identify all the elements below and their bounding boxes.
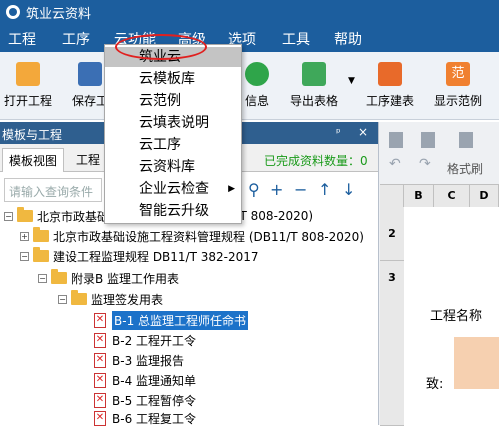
menu-item-cloud-example[interactable]: 云范例 [105,91,241,111]
folder-icon [33,227,49,242]
tree-node[interactable]: + 北京市政基础设施工程资料管理规程 (DB11/T 808-2020) [20,226,364,246]
save-project-button[interactable]: 保存工 [72,62,108,109]
folder-open-icon [16,62,40,86]
toolbar: 打开工程 保存工 信息 导出表格 ▼ 工序建表 范 显示范例 [0,52,499,120]
pin-icon[interactable]: ᵖ [336,126,341,139]
col-header-d[interactable]: D [470,185,499,207]
menu-bar: 工程 工序 云功能 高级 选项 工具 帮助 [0,24,499,52]
tree-leaf[interactable]: ✕ B-6 工程复工令 [94,408,196,428]
folder-icon [33,247,49,262]
tree-leaf-selected[interactable]: ✕ B-1 总监理工程师任命书 [94,310,249,330]
app-logo-icon [6,5,20,19]
spreadsheet[interactable]: B C D 2 3 工程名称 致: [380,184,499,426]
export-table-button[interactable]: 导出表格 [290,62,338,109]
search-input[interactable]: 请输入查询条件 [4,178,102,202]
tree-node[interactable]: − 监理签发用表 [58,289,163,309]
save-icon [78,62,102,86]
project-name-label: 工程名称 [430,309,483,324]
collapse-icon[interactable]: − [58,294,67,304]
tab-project[interactable]: 工程 [70,148,106,172]
document-error-icon: ✕ [94,372,106,388]
brush-icon[interactable] [459,132,473,148]
title-bar: 筑业云资料 [0,0,499,24]
folder-icon [17,207,33,222]
redo-icon[interactable]: ↷ [419,156,431,172]
tree-node[interactable]: − 建设工程监理规程 DB11/T 382-2017 [20,246,259,266]
copy-icon[interactable] [389,132,403,148]
input-cell[interactable] [454,337,499,389]
window-title: 筑业云资料 [26,6,92,22]
submenu-arrow-icon: ▶ [228,184,235,194]
export-table-icon [302,62,326,86]
menu-item-smart-cloud-upgrade[interactable]: 智能云升级 [105,201,241,221]
folder-icon [51,269,67,284]
expand-icon[interactable]: + [20,231,29,241]
info-button[interactable]: 信息 [245,62,269,109]
col-header-c[interactable]: C [434,185,470,207]
menu-process[interactable]: 工序 [62,29,90,49]
format-brush-button[interactable]: 格式刷 [447,160,483,177]
done-count: 已完成资料数量：0 [264,154,368,168]
document-error-icon: ✕ [94,352,106,368]
menu-help[interactable]: 帮助 [334,29,362,49]
menu-item-cloud-process[interactable]: 云工序 [105,135,241,155]
open-project-button[interactable]: 打开工程 [4,62,52,109]
tree-leaf[interactable]: ✕ B-3 监理报告 [94,350,184,370]
tree-leaf[interactable]: ✕ B-4 监理通知单 [94,370,196,390]
info-icon [245,62,269,86]
col-header-b[interactable]: B [404,185,434,207]
arrow-up-icon[interactable]: ↑ [318,180,331,199]
menu-project[interactable]: 工程 [8,29,36,49]
document-error-icon: ✕ [94,312,106,328]
search-icon[interactable]: ⚲ [248,180,260,199]
undo-icon[interactable]: ↶ [389,156,401,172]
tree-node[interactable]: − 附录B 监理工作用表 [38,268,179,288]
to-label: 致: [426,377,444,392]
example-icon: 范 [446,62,470,86]
menu-tools[interactable]: 工具 [282,29,310,49]
collapse-icon[interactable]: − [4,211,13,221]
process-build-button[interactable]: 工序建表 [366,62,414,109]
collapse-icon[interactable]: − [38,273,47,283]
menu-item-cloud-template-library[interactable]: 云模板库 [105,69,241,89]
tree-leaf[interactable]: ✕ B-5 工程暂停令 [94,390,196,410]
process-build-icon [378,62,402,86]
menu-item-cloud-fill-instructions[interactable]: 云填表说明 [105,113,241,133]
paste-icon[interactable] [421,132,435,148]
panel-title: 模板与工程 [2,128,63,142]
arrow-down-icon[interactable]: ↓ [342,180,355,199]
collapse-icon[interactable]: − [20,251,29,261]
tab-template-view[interactable]: 模板视图 [2,148,65,172]
document-error-icon: ✕ [94,332,106,348]
show-example-button[interactable]: 范 显示范例 [434,62,482,109]
menu-item-enterprise-cloud-check[interactable]: 企业云检查 ▶ [105,179,241,199]
remove-icon[interactable]: − [294,180,307,199]
menu-item-cloud-data-library[interactable]: 云资料库 [105,157,241,177]
close-icon[interactable]: × [358,125,368,139]
document-error-icon: ✕ [94,392,106,408]
document-error-icon: ✕ [94,410,106,426]
row-header-3[interactable]: 3 [380,261,404,426]
highlight-oval [115,34,207,60]
add-icon[interactable]: + [270,180,283,199]
row-header-2[interactable]: 2 [380,207,404,261]
folder-icon [71,290,87,305]
tree-leaf[interactable]: ✕ B-2 工程开工令 [94,330,196,350]
cloud-function-menu: 筑业云 云模板库 云范例 云填表说明 云工序 云资料库 企业云检查 ▶ 智能云升… [104,44,242,224]
export-dropdown-arrow-icon[interactable]: ▼ [348,76,355,86]
